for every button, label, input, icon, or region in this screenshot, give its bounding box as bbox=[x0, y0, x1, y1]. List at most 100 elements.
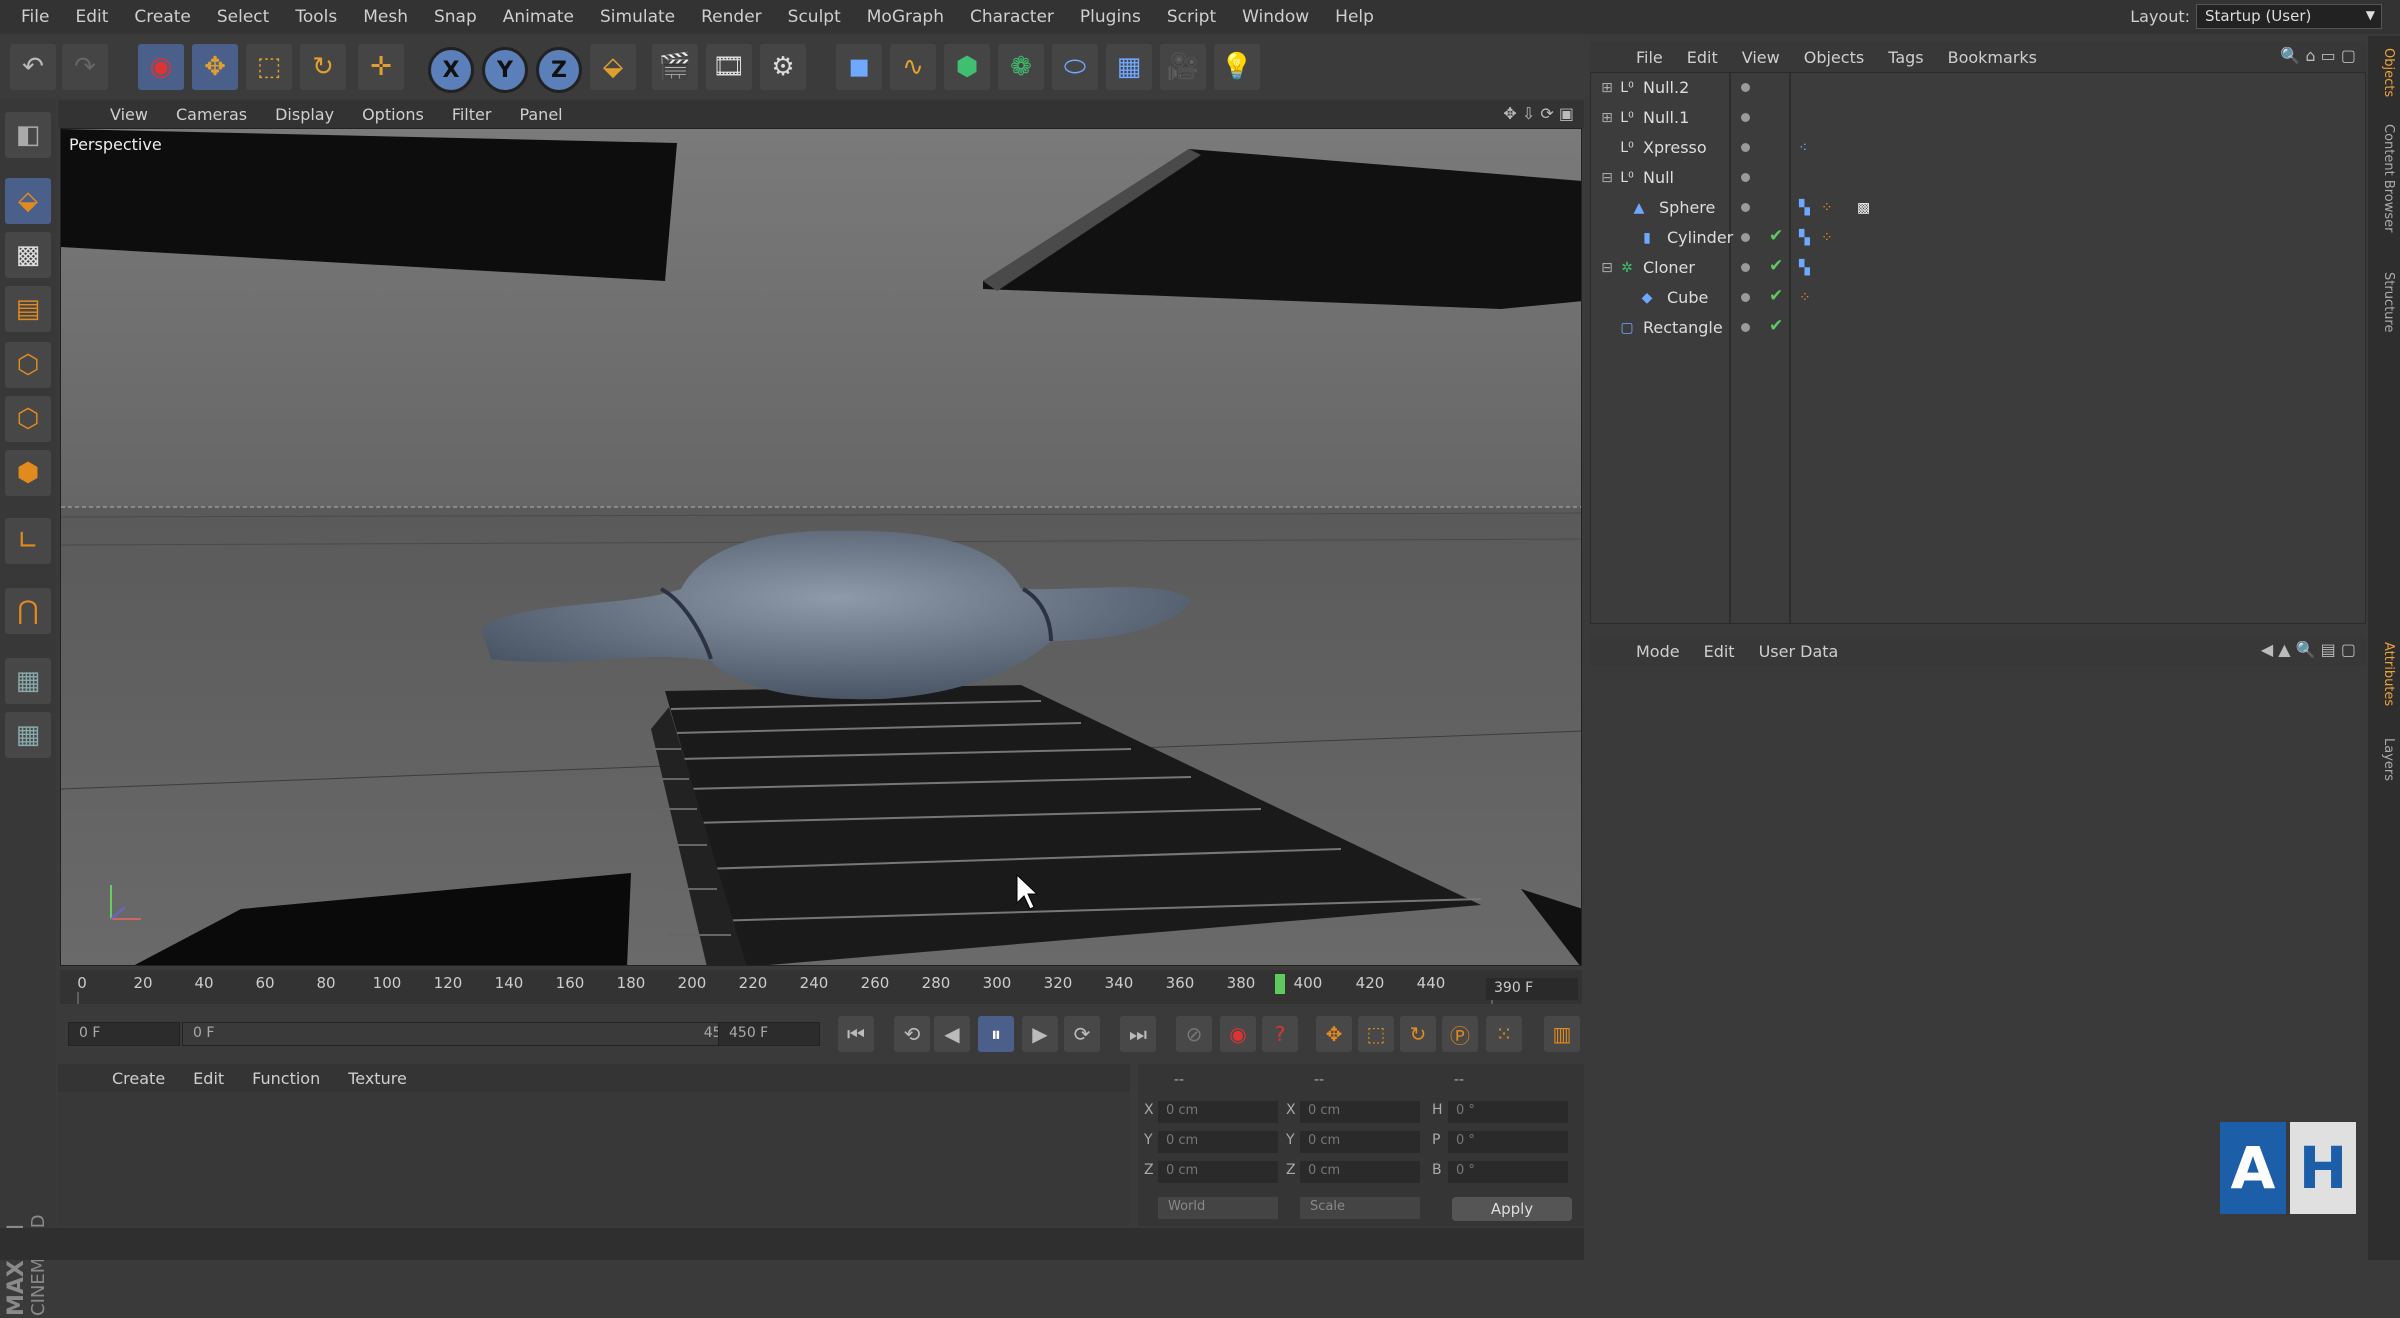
key-pla-button[interactable]: ⁙ bbox=[1486, 1016, 1522, 1052]
axis-mode-button[interactable]: ∟ bbox=[5, 518, 51, 564]
collapse-icon[interactable]: ⊟ bbox=[1599, 260, 1615, 276]
x-axis-lock-button[interactable]: X bbox=[428, 47, 474, 93]
enabled-check-icon[interactable]: ✔ bbox=[1769, 316, 1783, 336]
undo-button[interactable]: ↶ bbox=[10, 44, 56, 90]
attr-menu-edit[interactable]: Edit bbox=[1692, 642, 1747, 661]
object-row-cylinder[interactable]: ▮ Cylinder ✔ ▚ ⁘ bbox=[1591, 223, 2365, 253]
visibility-dot[interactable] bbox=[1741, 113, 1750, 122]
current-frame-field[interactable]: 390 F bbox=[1486, 978, 1578, 1000]
texture-mode-button[interactable]: ▩ bbox=[5, 232, 51, 278]
live-selection-button[interactable]: ◉ bbox=[138, 44, 184, 90]
rot-h-field[interactable]: 0 ° bbox=[1448, 1101, 1568, 1123]
go-to-start-button[interactable]: ⏮ bbox=[838, 1016, 874, 1052]
viewport-menu-panel[interactable]: Panel bbox=[505, 105, 576, 124]
rot-p-field[interactable]: 0 ° bbox=[1448, 1131, 1568, 1153]
tab-objects[interactable]: Objects bbox=[2372, 42, 2396, 103]
texture-tag-icon[interactable]: ⁘ bbox=[1821, 200, 1837, 216]
layout-select[interactable]: Startup (User) ▼ bbox=[2196, 4, 2382, 29]
menu-mograph[interactable]: MoGraph bbox=[854, 7, 957, 27]
planar-workplane-button[interactable]: ▦ bbox=[5, 712, 51, 758]
light-button[interactable]: 💡 bbox=[1214, 44, 1260, 90]
attr-menu-user-data[interactable]: User Data bbox=[1747, 642, 1851, 661]
object-row-rectangle[interactable]: ▢ Rectangle ✔ bbox=[1591, 313, 2365, 343]
om-menu-objects[interactable]: Objects bbox=[1792, 48, 1876, 67]
om-menu-file[interactable]: File bbox=[1624, 48, 1675, 67]
apply-button[interactable]: Apply bbox=[1452, 1197, 1572, 1221]
keyframe-selection-button[interactable]: ? bbox=[1262, 1016, 1298, 1052]
go-to-end-button[interactable]: ⏭ bbox=[1120, 1016, 1156, 1052]
workplane-mode-button[interactable]: ▤ bbox=[5, 286, 51, 332]
visibility-dot[interactable] bbox=[1741, 293, 1750, 302]
object-row-xpresso[interactable]: L⁰ Xpresso ⁖ bbox=[1591, 133, 2365, 163]
coord-system-select[interactable]: World bbox=[1158, 1197, 1278, 1219]
attr-menu-mode[interactable]: Mode bbox=[1624, 642, 1692, 661]
menu-simulate[interactable]: Simulate bbox=[587, 7, 688, 27]
xpresso-tag-icon[interactable]: ⁖ bbox=[1799, 140, 1815, 156]
material-manager-area[interactable] bbox=[58, 1092, 1130, 1226]
menu-script[interactable]: Script bbox=[1154, 7, 1229, 27]
tab-content-browser[interactable]: Content Browser bbox=[2372, 118, 2396, 239]
record-keys-button[interactable]: ⊘ bbox=[1176, 1016, 1212, 1052]
enabled-check-icon[interactable]: ✔ bbox=[1769, 226, 1783, 246]
visibility-dot[interactable] bbox=[1741, 233, 1750, 242]
viewport-menu-filter[interactable]: Filter bbox=[438, 105, 506, 124]
redo-button[interactable]: ↷ bbox=[62, 44, 108, 90]
key-rotation-button[interactable]: ↻ bbox=[1400, 1016, 1436, 1052]
om-header-icons[interactable]: 🔍 ⌂ ▭ ▢ bbox=[2280, 46, 2356, 65]
previous-key-button[interactable]: ⟲ bbox=[894, 1016, 930, 1052]
menu-select[interactable]: Select bbox=[204, 7, 282, 27]
material-menu-edit[interactable]: Edit bbox=[179, 1069, 238, 1088]
visibility-dot[interactable] bbox=[1741, 143, 1750, 152]
object-row-null-1[interactable]: ⊞ L⁰ Null.1 bbox=[1591, 103, 2365, 133]
visibility-dot[interactable] bbox=[1741, 263, 1750, 272]
timeline-ruler[interactable]: 0 20 40 60 80 100 120 140 160 180 200 22… bbox=[60, 970, 1582, 1004]
texture-tag-icon[interactable]: ⁘ bbox=[1821, 230, 1837, 246]
menu-plugins[interactable]: Plugins bbox=[1067, 7, 1154, 27]
enabled-check-icon[interactable]: ✔ bbox=[1769, 286, 1783, 306]
render-settings-button[interactable]: ⚙ bbox=[760, 44, 806, 90]
menu-sculpt[interactable]: Sculpt bbox=[775, 7, 854, 27]
material-menu-create[interactable]: Create bbox=[98, 1069, 179, 1088]
size-x-field[interactable]: 0 cm bbox=[1300, 1101, 1420, 1123]
coord-mode-select[interactable]: Scale bbox=[1300, 1197, 1420, 1219]
rot-b-field[interactable]: 0 ° bbox=[1448, 1161, 1568, 1183]
visibility-dot[interactable] bbox=[1741, 83, 1750, 92]
pos-z-field[interactable]: 0 cm bbox=[1158, 1161, 1278, 1183]
make-editable-button[interactable]: ◧ bbox=[5, 112, 51, 158]
recent-tool-button[interactable]: ✛ bbox=[358, 44, 404, 90]
deformer-button[interactable]: ⬭ bbox=[1052, 44, 1098, 90]
phong-tag-icon[interactable]: ▚ bbox=[1799, 230, 1815, 246]
coordinate-system-button[interactable]: ⬙ bbox=[590, 44, 636, 90]
workplane-lock-button[interactable]: ▦ bbox=[5, 658, 51, 704]
viewport-menu-options[interactable]: Options bbox=[348, 105, 438, 124]
pause-button[interactable]: ⏸ bbox=[978, 1016, 1014, 1052]
size-y-field[interactable]: 0 cm bbox=[1300, 1131, 1420, 1153]
menu-window[interactable]: Window bbox=[1229, 7, 1322, 27]
menu-render[interactable]: Render bbox=[688, 7, 775, 27]
3d-viewport[interactable]: Perspective bbox=[60, 128, 1582, 966]
y-axis-lock-button[interactable]: Y bbox=[482, 47, 528, 93]
rotate-tool-button[interactable]: ↻ bbox=[300, 44, 346, 90]
material-menu-texture[interactable]: Texture bbox=[334, 1069, 421, 1088]
spline-pen-button[interactable]: ∿ bbox=[890, 44, 936, 90]
visibility-dot[interactable] bbox=[1741, 173, 1750, 182]
size-z-field[interactable]: 0 cm bbox=[1300, 1161, 1420, 1183]
texture-tag-icon[interactable]: ⁘ bbox=[1799, 290, 1815, 306]
key-scale-button[interactable]: ⬚ bbox=[1358, 1016, 1394, 1052]
render-view-button[interactable]: 🎬 bbox=[652, 44, 698, 90]
array-button[interactable]: ❁ bbox=[998, 44, 1044, 90]
floor-button[interactable]: ▦ bbox=[1106, 44, 1152, 90]
viewport-nav-icons[interactable]: ✥ ⇩ ⟳ ▣ bbox=[1503, 104, 1574, 123]
tab-attributes[interactable]: Attributes bbox=[2372, 636, 2396, 712]
expand-icon[interactable]: ⊞ bbox=[1599, 80, 1615, 96]
generator-button[interactable]: ⬢ bbox=[944, 44, 990, 90]
viewport-menu-display[interactable]: Display bbox=[261, 105, 348, 124]
end-frame-field[interactable]: 450 F bbox=[718, 1022, 820, 1046]
menu-mesh[interactable]: Mesh bbox=[350, 7, 421, 27]
phong-tag-icon[interactable]: ▚ bbox=[1799, 200, 1815, 216]
model-mode-button[interactable]: ⬙ bbox=[5, 178, 51, 224]
camera-button[interactable]: 🎥 bbox=[1160, 44, 1206, 90]
cube-object-button[interactable]: ◼ bbox=[836, 44, 882, 90]
move-tool-button[interactable]: ✥ bbox=[192, 44, 238, 90]
object-row-null[interactable]: ⊟ L⁰ Null bbox=[1591, 163, 2365, 193]
